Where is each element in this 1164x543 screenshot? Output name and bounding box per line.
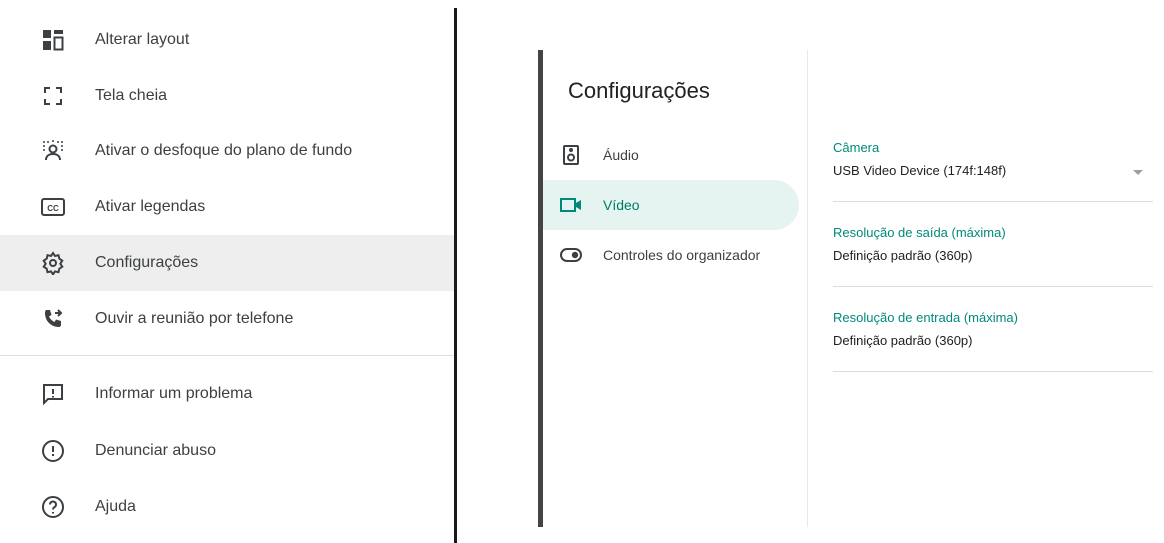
- menu-item-help[interactable]: Ajuda: [0, 479, 455, 535]
- menu-item-report-abuse[interactable]: Denunciar abuso: [0, 423, 455, 479]
- videocam-icon: [560, 194, 582, 216]
- menu-item-label: Informar um problema: [95, 385, 253, 402]
- tab-host-controls[interactable]: Controles do organizador: [543, 230, 799, 280]
- tab-label: Controles do organizador: [603, 247, 761, 263]
- menu-item-settings[interactable]: Configurações: [0, 235, 455, 291]
- dialog-separator: [807, 50, 808, 527]
- panel-border: [454, 8, 457, 543]
- speaker-icon: [560, 144, 582, 166]
- send-resolution-select[interactable]: Resolução de saída (máxima) Definição pa…: [833, 225, 1153, 287]
- menu-divider: [0, 355, 455, 356]
- menu-item-label: Ativar o desfoque do plano de fundo: [95, 142, 353, 159]
- menu-item-label: Denunciar abuso: [95, 442, 216, 459]
- menu-item-label: Ouvir a reunião por telefone: [95, 310, 294, 327]
- fullscreen-icon: [40, 83, 66, 109]
- toggle-icon: [560, 244, 582, 266]
- menu-item-report-problem[interactable]: Informar um problema: [0, 366, 455, 422]
- svg-text:CC: CC: [47, 204, 59, 213]
- background-blur-icon: [40, 138, 66, 164]
- receive-resolution-label: Resolução de entrada (máxima): [833, 310, 1018, 325]
- tab-label: Vídeo: [603, 197, 640, 213]
- tab-video[interactable]: Vídeo: [543, 180, 799, 230]
- menu-item-background-blur[interactable]: Ativar o desfoque do plano de fundo: [0, 123, 455, 179]
- menu-item-change-layout[interactable]: Alterar layout: [0, 12, 455, 68]
- more-options-menu: Alterar layout Tela cheia Ativar o desfo…: [0, 0, 455, 543]
- camera-select[interactable]: Câmera USB Video Device (174f:148f): [833, 140, 1153, 202]
- help-icon: [40, 494, 66, 520]
- camera-label: Câmera: [833, 140, 880, 155]
- closed-captions-icon: CC: [40, 194, 66, 220]
- settings-dialog: Configurações Áudio Vídeo Controles do o…: [543, 50, 1164, 527]
- gear-icon: [40, 250, 66, 276]
- send-resolution-label: Resolução de saída (máxima): [833, 225, 1006, 240]
- receive-resolution-value: Definição padrão (360p): [833, 333, 973, 348]
- dropdown-arrow-icon: [1133, 170, 1143, 175]
- tab-audio[interactable]: Áudio: [543, 130, 799, 180]
- receive-resolution-select[interactable]: Resolução de entrada (máxima) Definição …: [833, 310, 1153, 372]
- menu-item-phone-audio[interactable]: Ouvir a reunião por telefone: [0, 291, 455, 347]
- report-icon: [40, 438, 66, 464]
- camera-value: USB Video Device (174f:148f): [833, 163, 1007, 178]
- layout-icon: [40, 27, 66, 53]
- menu-item-label: Tela cheia: [95, 87, 168, 104]
- menu-item-label: Ajuda: [95, 498, 136, 515]
- menu-item-label: Ativar legendas: [95, 198, 206, 215]
- dialog-title: Configurações: [568, 78, 710, 103]
- menu-item-captions[interactable]: CC Ativar legendas: [0, 179, 455, 235]
- send-resolution-value: Definição padrão (360p): [833, 248, 973, 263]
- menu-item-fullscreen[interactable]: Tela cheia: [0, 68, 455, 124]
- phone-forward-icon: [40, 306, 66, 332]
- menu-item-label: Configurações: [95, 254, 199, 271]
- menu-item-label: Alterar layout: [95, 31, 190, 48]
- feedback-icon: [40, 381, 66, 407]
- tab-label: Áudio: [603, 147, 639, 163]
